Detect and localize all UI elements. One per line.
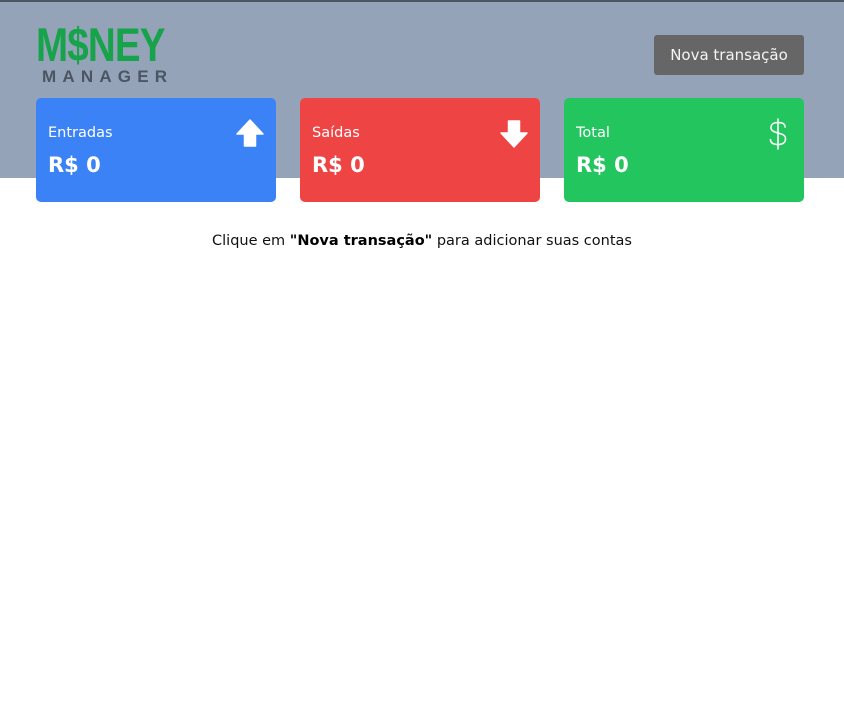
empty-state-prefix: Clique em [212, 233, 290, 249]
income-card: Entradas R$ 0 [36, 98, 276, 202]
dollar-icon [769, 118, 787, 150]
arrow-down-icon [500, 120, 528, 148]
logo-letters-ney: NEY [87, 18, 166, 71]
logo: M$NEY MANAGER [36, 21, 167, 88]
empty-state-message: Clique em "Nova transação" para adiciona… [0, 233, 844, 249]
expense-value: R$ 0 [312, 153, 365, 177]
logo-dollar-sign: $ [67, 18, 88, 71]
arrow-up-icon [236, 119, 264, 147]
total-card: Total R$ 0 [564, 98, 804, 202]
expense-card: Saídas R$ 0 [300, 98, 540, 202]
total-label: Total [576, 125, 610, 141]
expense-label: Saídas [312, 125, 360, 141]
logo-wordmark: M$NEY [36, 21, 166, 68]
empty-state-highlight: "Nova transação" [289, 233, 433, 249]
logo-subtitle: MANAGER [42, 67, 174, 86]
total-value: R$ 0 [576, 153, 629, 177]
income-value: R$ 0 [48, 153, 101, 177]
new-transaction-button[interactable]: Nova transação [654, 35, 804, 75]
empty-state-suffix: para adicionar suas contas [432, 233, 632, 249]
logo-letter-m: M [36, 18, 68, 71]
income-label: Entradas [48, 125, 113, 141]
